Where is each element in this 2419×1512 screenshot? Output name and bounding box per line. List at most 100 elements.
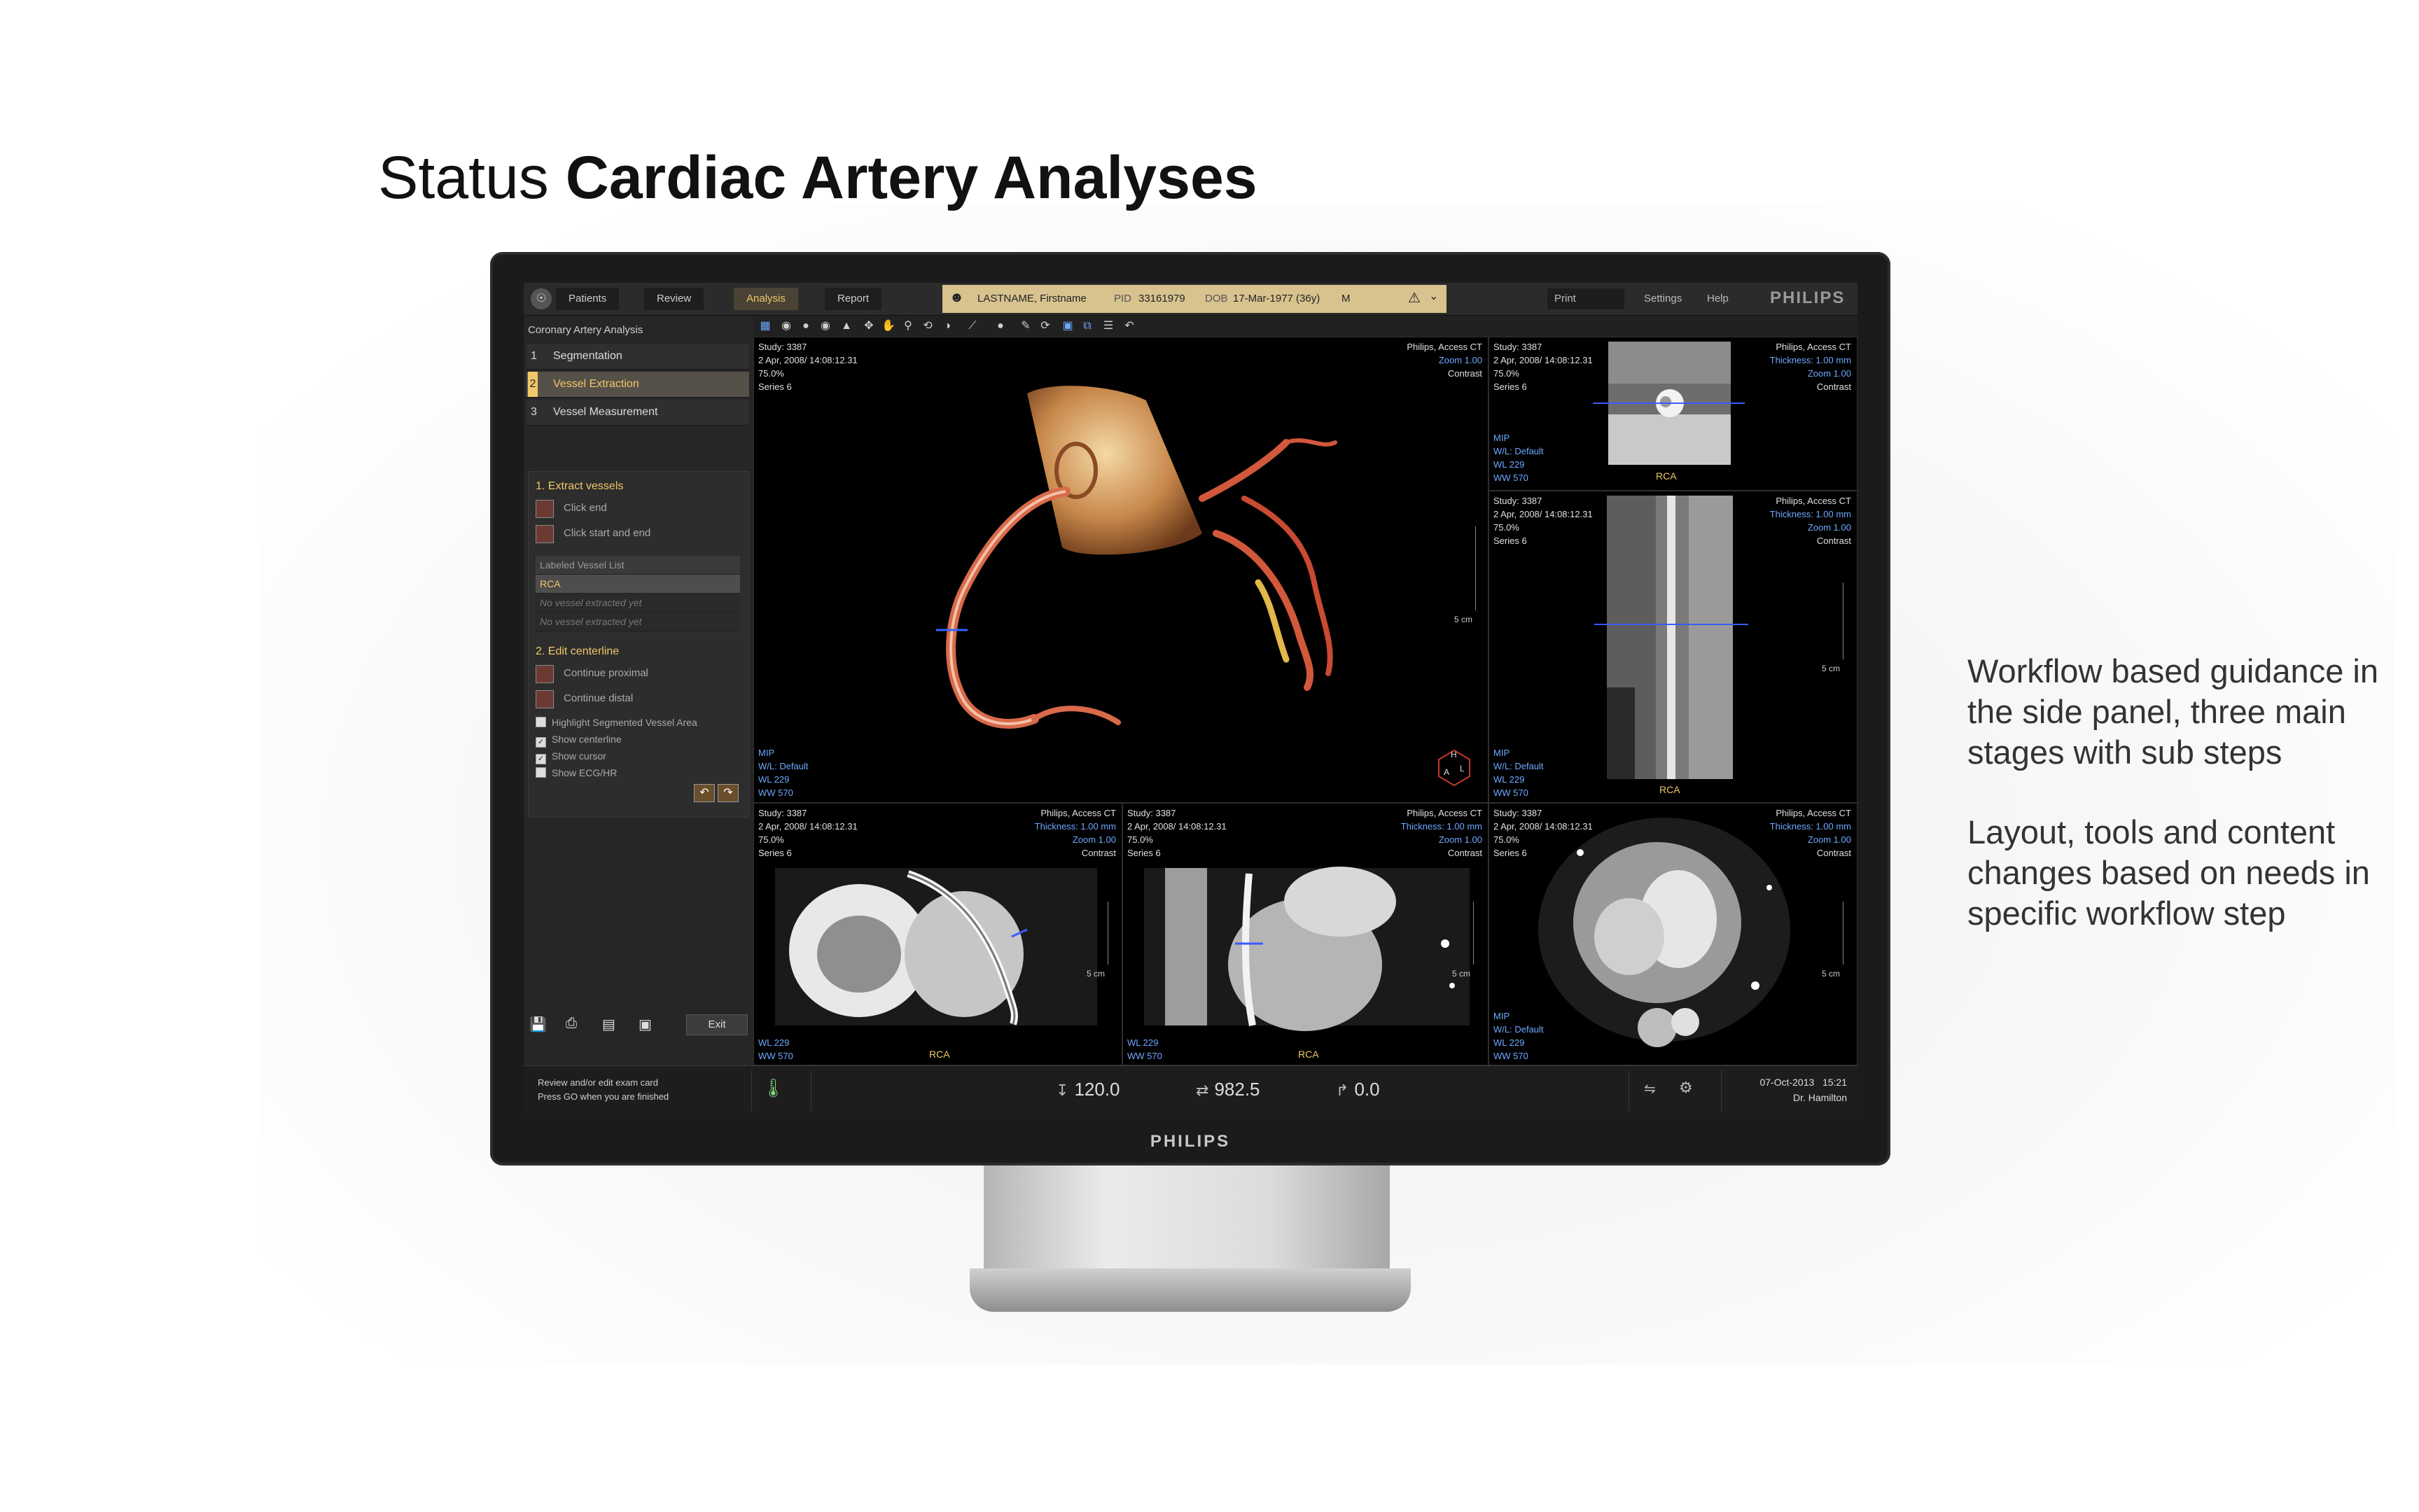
- vessel-list-item[interactable]: No vessel extracted yet: [536, 612, 740, 631]
- tab-patients[interactable]: Patients: [556, 288, 620, 310]
- series-label: Series 6: [758, 848, 792, 858]
- save-icon[interactable]: 💾: [529, 1016, 556, 1035]
- undo-icon[interactable]: ↶: [694, 784, 715, 802]
- tab-review[interactable]: Review: [644, 288, 704, 310]
- zoom-label: Zoom 1.00: [1807, 834, 1851, 845]
- vessel-label: RCA: [1656, 470, 1677, 482]
- series-label: Series 6: [1493, 848, 1527, 858]
- reset-icon[interactable]: ⟳: [1036, 318, 1054, 335]
- ellipse-roi-icon[interactable]: ●: [991, 318, 1010, 335]
- viewport-render-info: WL 229 WW 570: [1127, 1036, 1162, 1063]
- back-arrow-icon[interactable]: ↶: [1120, 318, 1138, 335]
- vessel-list-item[interactable]: No vessel extracted yet: [536, 594, 740, 612]
- show-cursor-checkbox[interactable]: ✓ Show cursor: [536, 750, 606, 766]
- wl-label: WL 229: [1493, 1037, 1525, 1048]
- step-label: Segmentation: [553, 350, 622, 362]
- highlight-vessel-checkbox[interactable]: Highlight Segmented Vessel Area: [536, 717, 697, 732]
- rca-branch: [1031, 706, 1121, 725]
- viewport-mpr-2[interactable]: Study: 3387 2 Apr, 2008/ 14:08:12.31 75.…: [1122, 803, 1489, 1065]
- line-measure-icon[interactable]: ⟋: [963, 318, 982, 335]
- orientation-icon[interactable]: ▲: [837, 318, 856, 335]
- document-icon[interactable]: ▤: [602, 1016, 629, 1035]
- institution-label: Philips, Access CT: [1407, 808, 1482, 818]
- volume-icon[interactable]: ◉: [816, 318, 835, 335]
- substeps-panel: 1. Extract vessels Click end Click start…: [528, 471, 749, 818]
- viewport-render-info: MIP W/L: Default WL 229 WW 570: [1493, 431, 1544, 484]
- tab-analysis[interactable]: Analysis: [734, 288, 798, 310]
- ww-label: WW 570: [758, 1051, 793, 1061]
- pid-value: 33161979: [1138, 293, 1185, 304]
- rotate-icon[interactable]: ⟲: [919, 318, 937, 335]
- print-button[interactable]: Print: [1547, 288, 1624, 309]
- thickness-label: Thickness: 1.00 mm: [1400, 821, 1482, 832]
- zoom-label: Zoom 1.00: [1438, 834, 1482, 845]
- exit-button[interactable]: Exit: [686, 1014, 748, 1035]
- viewport-info-right: Philips, Access CT Thickness: 1.00 mm Zo…: [1401, 806, 1482, 860]
- workflow-step-vessel-measurement[interactable]: 3 Vessel Measurement: [527, 400, 749, 426]
- study-label: Study: 3387: [758, 342, 807, 352]
- orientation-l: L: [1460, 764, 1465, 774]
- settings-button[interactable]: Settings: [1644, 288, 1682, 309]
- slide-title-bold: Cardiac Artery Analyses: [565, 144, 1257, 211]
- printer-icon[interactable]: ⎙: [566, 1016, 592, 1035]
- help-button[interactable]: Help: [1707, 288, 1729, 309]
- table-position-readout: ↧ 120.0: [1056, 1079, 1120, 1100]
- lad-proximal: [1199, 439, 1290, 502]
- viewport-mpr-1[interactable]: Study: 3387 2 Apr, 2008/ 14:08:12.31 75.…: [753, 803, 1122, 1065]
- workflow-step-vessel-extraction[interactable]: 2 Vessel Extraction: [527, 372, 749, 398]
- checkbox-label: Highlight Segmented Vessel Area: [552, 717, 697, 728]
- layout-grid-icon[interactable]: ▦: [756, 318, 774, 335]
- top-bar: ☉ Patients Review Analysis Report ☻ LAST…: [524, 283, 1857, 316]
- tab-report[interactable]: Report: [825, 288, 882, 310]
- show-ecg-checkbox[interactable]: Show ECG/HR: [536, 767, 617, 783]
- series-label: Series 6: [1493, 382, 1527, 392]
- scale-label: 5 cm: [1452, 969, 1471, 979]
- monitor: PHILIPS ☉ Patients Review Analysis Repor…: [490, 252, 1890, 1166]
- head-icon[interactable]: ◉: [777, 318, 795, 335]
- viewport-info-right: Philips, Access CT Thickness: 1.00 mm Zo…: [1770, 494, 1851, 547]
- thickness-label: Thickness: 1.00 mm: [1769, 821, 1851, 832]
- redo-icon[interactable]: ↷: [718, 784, 739, 802]
- orientation-a: A: [1444, 767, 1449, 777]
- viewport-info-left: Study: 3387 2 Apr, 2008/ 14:08:12.31 75.…: [758, 806, 858, 860]
- warning-triangle-icon[interactable]: ⚠: [1408, 289, 1421, 307]
- app-home-icon[interactable]: ☉: [531, 288, 552, 309]
- hand-icon[interactable]: ✋: [879, 318, 898, 335]
- list-icon[interactable]: ☰: [1099, 318, 1117, 335]
- date-label: 2 Apr, 2008/ 14:08:12.31: [1493, 509, 1593, 519]
- status-bar: Review and/or edit exam card Press GO wh…: [524, 1065, 1857, 1114]
- chevron-down-icon[interactable]: ⌄: [1429, 289, 1438, 303]
- window-level-icon[interactable]: ◑: [938, 318, 956, 335]
- vessel-label: RCA: [1659, 784, 1680, 795]
- gantry-tilt-readout: ↱ 0.0: [1336, 1079, 1380, 1100]
- annotation-icon[interactable]: ✎: [1017, 318, 1035, 335]
- vessel-list-item[interactable]: RCA: [536, 575, 740, 594]
- show-centerline-checkbox[interactable]: ✓ Show centerline: [536, 734, 622, 749]
- tool-label: Click end: [564, 502, 607, 514]
- viewer-toolbar: ▦ ◉ ● ◉ ▲ ✥ ✋ ⚲ ⟲ ◑ ⟋ ● ✎ ⟳ ▣ ⧉ ☰ ↶: [753, 316, 1857, 337]
- viewport-render-info: MIP W/L: Default WL 229 WW 570: [758, 746, 809, 799]
- patient-icon: ☻: [949, 290, 965, 305]
- contrast-label: Contrast: [1447, 848, 1482, 858]
- workflow-step-segmentation[interactable]: 1 Segmentation: [527, 344, 749, 370]
- patient-banner[interactable]: ☻ LASTNAME, Firstname PID 33161979 DOB 1…: [942, 285, 1446, 313]
- viewport-info-left: Study: 3387 2 Apr, 2008/ 14:08:12.31 75.…: [1493, 494, 1593, 547]
- gantry-tilt-value: 0.0: [1354, 1079, 1380, 1100]
- network-icon[interactable]: ⇋: [1644, 1080, 1656, 1098]
- series-label: Series 6: [1493, 536, 1527, 546]
- viewport-axial[interactable]: Study: 3387 2 Apr, 2008/ 14:08:12.31 75.…: [1489, 803, 1857, 1065]
- pan-icon[interactable]: ✥: [860, 318, 878, 335]
- zoom-icon[interactable]: ⚲: [899, 318, 917, 335]
- percent-label: 75.0%: [1493, 834, 1519, 845]
- system-status-icon[interactable]: ⚙: [1679, 1079, 1693, 1097]
- bookmark-icon[interactable]: ▣: [1059, 318, 1077, 335]
- status-message-line-2: Press GO when you are finished: [538, 1091, 669, 1102]
- viewport-render-info: WL 229 WW 570: [758, 1036, 793, 1063]
- copy-icon[interactable]: ⧉: [1078, 318, 1096, 335]
- viewport-3d-volume[interactable]: Study: 3387 2 Apr, 2008/ 14:08:12.31 75.…: [753, 337, 1489, 803]
- skull-icon[interactable]: ●: [797, 318, 815, 335]
- viewport-straightened-vessel[interactable]: Study: 3387 2 Apr, 2008/ 14:08:12.31 75.…: [1489, 491, 1857, 803]
- export-icon[interactable]: ▣: [639, 1016, 665, 1035]
- viewport-cross-section[interactable]: Study: 3387 2 Apr, 2008/ 14:08:12.31 75.…: [1489, 337, 1857, 491]
- viewport-info-right: Philips, Access CT Thickness: 1.00 mm Zo…: [1035, 806, 1116, 860]
